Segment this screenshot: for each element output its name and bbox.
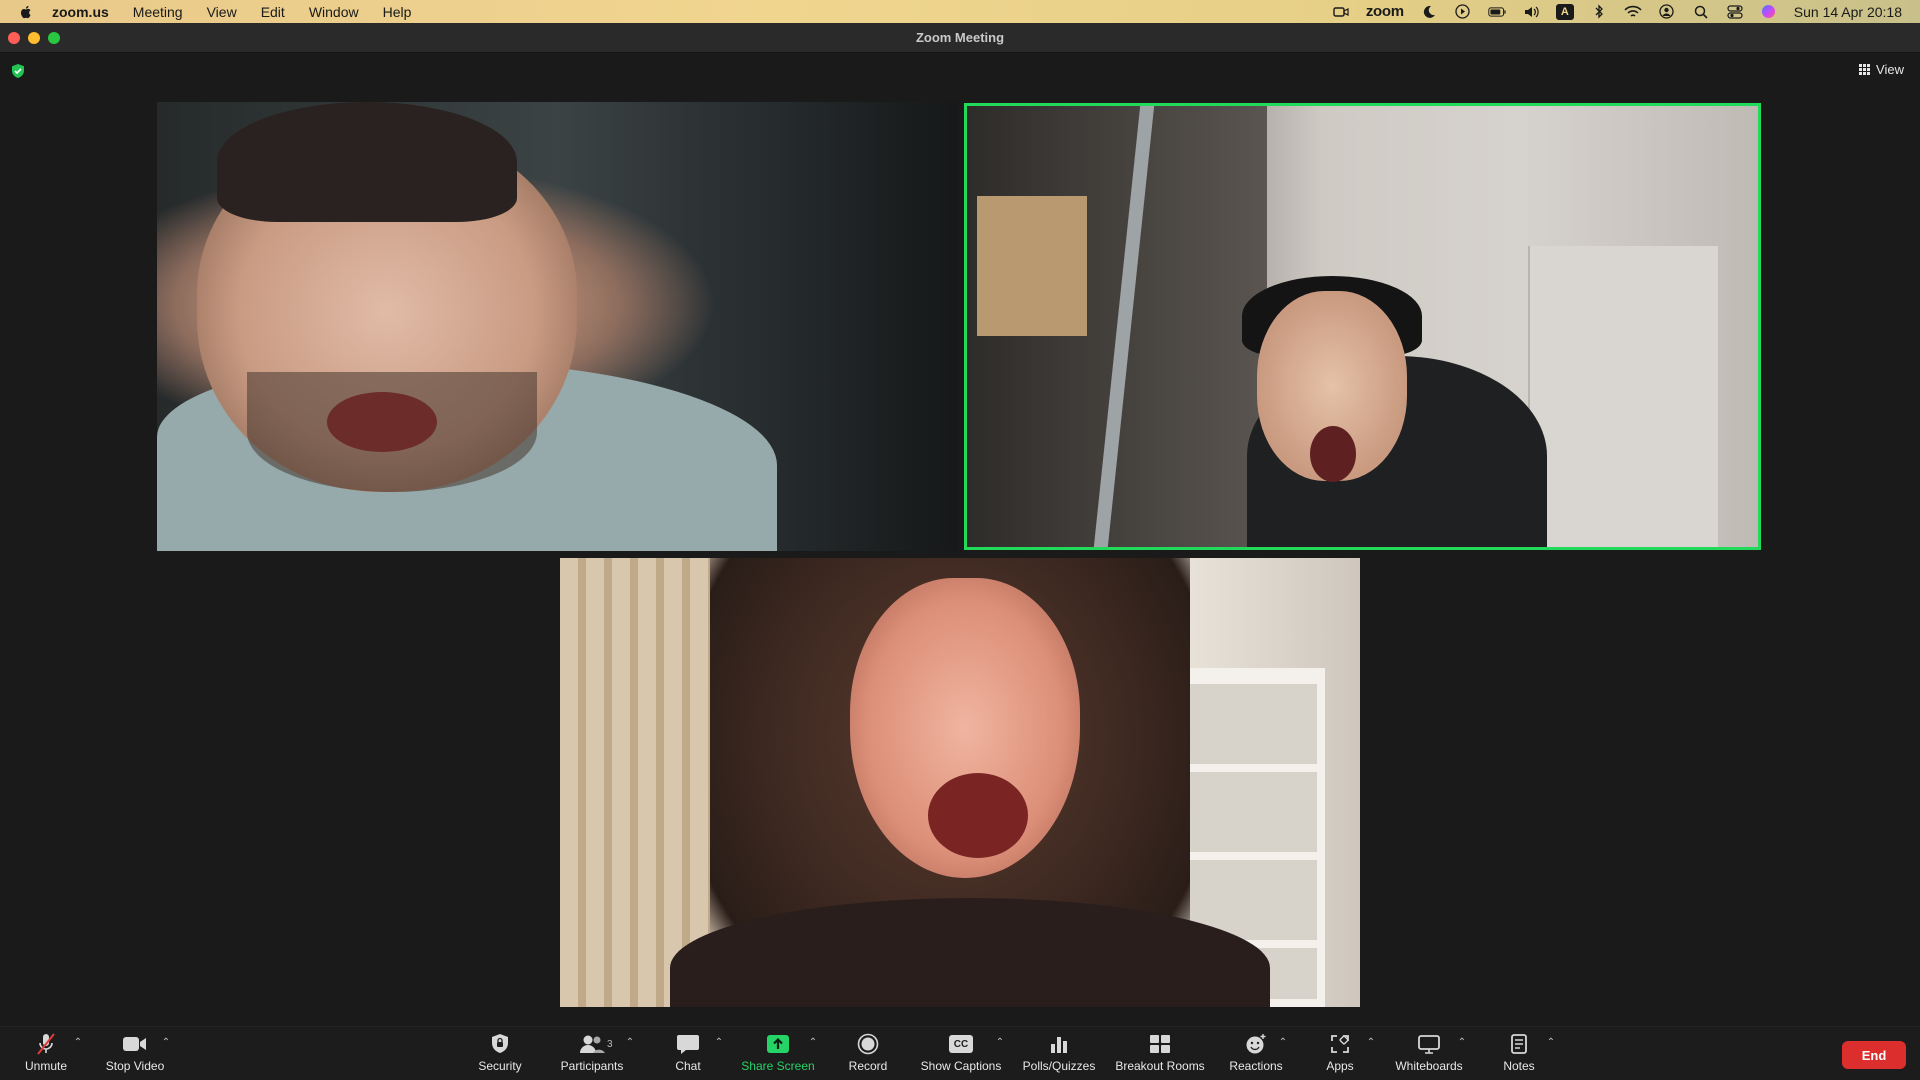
participant-video-tile[interactable] <box>157 102 957 551</box>
record-icon <box>857 1031 879 1057</box>
closed-captions-icon: CC <box>949 1031 973 1057</box>
whiteboards-button[interactable]: Whiteboards <box>1390 1031 1468 1077</box>
end-meeting-button[interactable]: End <box>1842 1041 1906 1069</box>
spotlight-search-icon[interactable] <box>1692 4 1710 20</box>
muted-microphone-icon <box>35 1031 57 1057</box>
apps-icon <box>1329 1031 1351 1057</box>
show-captions-label: Show Captions <box>920 1059 1002 1073</box>
unmute-label: Unmute <box>24 1059 68 1073</box>
video-content <box>217 102 517 222</box>
cc-text: CC <box>949 1035 973 1053</box>
video-content <box>928 773 1028 858</box>
battery-icon[interactable] <box>1488 4 1506 20</box>
unmute-button[interactable]: Unmute <box>18 1031 74 1077</box>
play-circle-icon[interactable] <box>1454 4 1472 20</box>
menu-window[interactable]: Window <box>309 4 359 20</box>
share-screen-arrow-icon <box>766 1031 790 1057</box>
whiteboard-icon <box>1417 1031 1441 1057</box>
whiteboards-label: Whiteboards <box>1395 1059 1463 1073</box>
security-label: Security <box>478 1059 522 1073</box>
video-camera-icon <box>122 1031 148 1057</box>
meeting-toolbar: Unmute ⌃ Stop Video ⌃ Security Participa… <box>0 1026 1920 1080</box>
zoom-status-label[interactable]: zoom <box>1366 3 1404 20</box>
share-screen-button[interactable]: Share Screen <box>736 1031 820 1077</box>
whiteboards-options-caret-icon[interactable]: ⌃ <box>1457 1038 1467 1048</box>
participants-button[interactable]: Participants <box>552 1031 632 1077</box>
captions-options-caret-icon[interactable]: ⌃ <box>995 1038 1005 1048</box>
user-account-icon[interactable] <box>1658 4 1676 20</box>
menubar-status-area: zoom A Sun 14 Apr 20:18 <box>1332 3 1902 20</box>
reactions-options-caret-icon[interactable]: ⌃ <box>1278 1038 1288 1048</box>
video-content <box>327 392 437 452</box>
apps-button[interactable]: Apps <box>1320 1031 1360 1077</box>
window-title-bar: Zoom Meeting <box>0 23 1920 53</box>
meeting-area: View <box>0 54 1920 1026</box>
input-source-indicator[interactable]: A <box>1555 3 1574 20</box>
reactions-smiley-icon <box>1245 1031 1267 1057</box>
apple-icon[interactable] <box>18 4 34 20</box>
security-button[interactable]: Security <box>470 1031 530 1077</box>
chat-label: Chat <box>675 1059 701 1073</box>
moon-icon[interactable] <box>1420 4 1438 20</box>
active-speaker-video-tile[interactable] <box>964 103 1761 550</box>
notes-options-caret-icon[interactable]: ⌃ <box>1546 1038 1556 1048</box>
wifi-icon[interactable] <box>1624 4 1642 20</box>
reactions-button[interactable]: Reactions <box>1226 1031 1286 1077</box>
breakout-rooms-icon <box>1149 1031 1171 1057</box>
window-title: Zoom Meeting <box>915 30 1005 45</box>
chat-button[interactable]: Chat <box>668 1031 708 1077</box>
reactions-label: Reactions <box>1229 1059 1283 1073</box>
share-screen-label: Share Screen <box>741 1059 815 1073</box>
stop-video-button[interactable]: Stop Video <box>100 1031 170 1077</box>
record-button[interactable]: Record <box>840 1031 896 1077</box>
menu-view[interactable]: View <box>207 4 237 20</box>
view-button-label: View <box>1876 62 1904 77</box>
polls-quizzes-button[interactable]: Polls/Quizzes <box>1018 1031 1100 1077</box>
show-captions-button[interactable]: CC Show Captions <box>916 1031 1006 1077</box>
participants-count: 3 <box>607 1039 613 1050</box>
notes-label: Notes <box>1503 1059 1535 1073</box>
breakout-rooms-label: Breakout Rooms <box>1115 1059 1205 1073</box>
participants-options-caret-icon[interactable]: ⌃ <box>625 1038 635 1048</box>
chat-options-caret-icon[interactable]: ⌃ <box>714 1038 724 1048</box>
encryption-shield-icon[interactable] <box>10 63 26 79</box>
video-content <box>560 558 710 1007</box>
video-options-caret-icon[interactable]: ⌃ <box>161 1038 171 1048</box>
menu-help[interactable]: Help <box>383 4 412 20</box>
notes-icon <box>1510 1031 1528 1057</box>
siri-icon[interactable] <box>1760 4 1778 20</box>
video-content <box>1528 246 1718 547</box>
video-content <box>977 196 1087 336</box>
apps-options-caret-icon[interactable]: ⌃ <box>1366 1038 1376 1048</box>
view-button[interactable]: View <box>1859 62 1904 77</box>
apps-label: Apps <box>1326 1059 1354 1073</box>
menu-app-name[interactable]: zoom.us <box>52 4 109 20</box>
chat-bubble-icon <box>676 1031 700 1057</box>
participants-label: Participants <box>560 1059 624 1073</box>
participant-video-tile[interactable] <box>560 558 1360 1007</box>
notes-button[interactable]: Notes <box>1498 1031 1540 1077</box>
audio-options-caret-icon[interactable]: ⌃ <box>73 1038 83 1048</box>
participants-icon <box>578 1031 606 1057</box>
grid-view-icon <box>1859 64 1871 75</box>
record-label: Record <box>848 1059 888 1073</box>
menu-meeting[interactable]: Meeting <box>133 4 183 20</box>
volume-icon[interactable] <box>1522 4 1540 20</box>
stop-video-label: Stop Video <box>105 1059 165 1073</box>
camera-status-icon[interactable] <box>1332 4 1350 20</box>
bluetooth-icon[interactable] <box>1590 4 1608 20</box>
menubar-clock[interactable]: Sun 14 Apr 20:18 <box>1794 4 1902 20</box>
bar-chart-icon <box>1049 1031 1069 1057</box>
polls-quizzes-label: Polls/Quizzes <box>1022 1059 1096 1073</box>
share-options-caret-icon[interactable]: ⌃ <box>808 1038 818 1048</box>
macos-menu-bar: zoom.us Meeting View Edit Window Help zo… <box>0 0 1920 23</box>
control-center-icon[interactable] <box>1726 4 1744 20</box>
video-content <box>1310 426 1356 482</box>
menu-edit[interactable]: Edit <box>261 4 285 20</box>
security-shield-icon <box>490 1031 510 1057</box>
breakout-rooms-button[interactable]: Breakout Rooms <box>1112 1031 1208 1077</box>
